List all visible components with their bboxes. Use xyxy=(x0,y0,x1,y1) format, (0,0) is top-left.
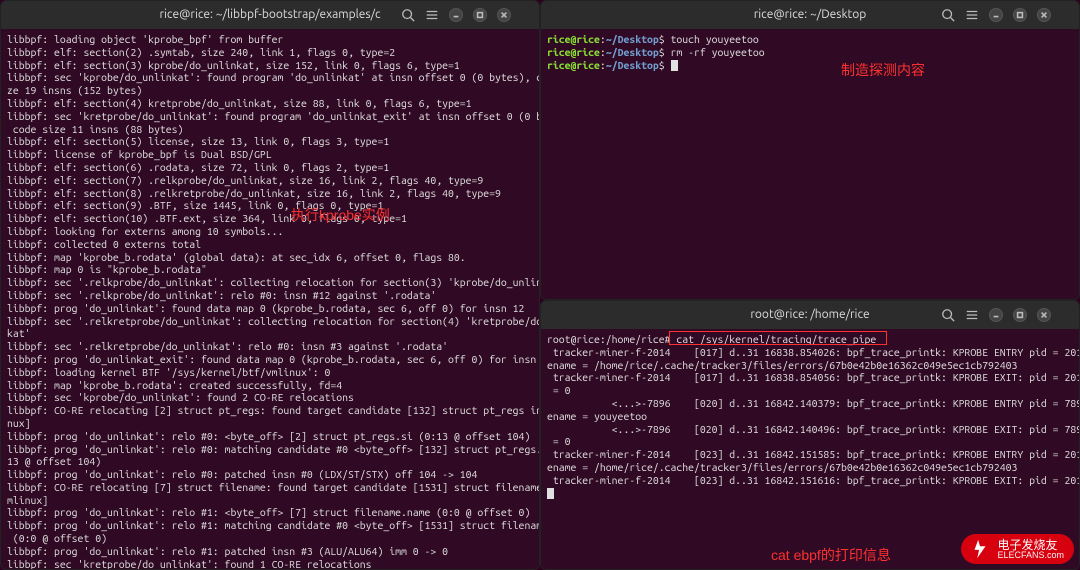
maximize-button[interactable] xyxy=(1013,8,1027,22)
output-line: = 0 xyxy=(547,435,1073,448)
output-line: libbpf: sec 'kprobe/do_unlinkat': found … xyxy=(7,71,533,84)
watermark-name: 电子发烧友 xyxy=(997,539,1064,551)
output-line: libbpf: sec 'kprobe/do_unlinkat': found … xyxy=(7,391,533,404)
window-title: rice@rice: ~/Desktop xyxy=(680,7,941,23)
output-line: libbpf: loading kernel BTF '/sys/kernel/… xyxy=(7,366,533,379)
output-line: ename = /home/rice/.cache/tracker3/files… xyxy=(547,461,1073,474)
output-line: libbpf: elf: section(6) .rodata, size 72… xyxy=(7,161,533,174)
output-line: libbpf: elf: section(7) .relkprobe/do_un… xyxy=(7,174,533,187)
prompt-line: rice@rice:~/Desktop$ xyxy=(547,59,1073,72)
output-line: libbpf: prog 'do_unlinkat': relo #1: mat… xyxy=(7,519,533,532)
output-line: nux] xyxy=(7,417,533,430)
output-line: libbpf: CO-RE relocating [7] struct file… xyxy=(7,481,533,494)
output-line: ename = /home/rice/.cache/tracker3/files… xyxy=(547,359,1073,372)
minimize-button[interactable] xyxy=(449,8,463,22)
output-line: libbpf: prog 'do_unlinkat_exit': found d… xyxy=(7,353,533,366)
output-line: 13 @ offset 104) xyxy=(7,455,533,468)
search-icon[interactable] xyxy=(941,8,955,22)
cursor-line xyxy=(547,487,1073,500)
output-line: = 0 xyxy=(547,384,1073,397)
titlebar[interactable]: rice@rice: ~/libbpf-bootstrap/examples/c xyxy=(1,1,539,29)
spark-icon xyxy=(969,538,991,560)
output-line: libbpf: prog 'do_unlinkat': relo #1: <by… xyxy=(7,506,533,519)
output-line: libbpf: map 'kprobe_b.rodata': created s… xyxy=(7,379,533,392)
output-line: libbpf: map 'kprobe_b.rodata' (global da… xyxy=(7,251,533,264)
output-line: libbpf: elf: section(10) .BTF.ext, size … xyxy=(7,212,533,225)
output-line: code size 11 insns (88 bytes) xyxy=(7,123,533,136)
prompt-line: rice@rice:~/Desktop$ touch youyeetoo xyxy=(547,33,1073,46)
watermark-badge: 电子发烧友 ELECFANS.com xyxy=(961,534,1074,564)
menu-icon[interactable] xyxy=(965,308,979,322)
output-line: libbpf: prog 'do_unlinkat': found data m… xyxy=(7,302,533,315)
terminal-output[interactable]: rice@rice:~/Desktop$ touch youyeetoorice… xyxy=(541,29,1079,299)
output-line: tracker-miner-f-2014 [023] d..31 16842.1… xyxy=(547,448,1073,461)
minimize-button[interactable] xyxy=(989,8,1003,22)
search-icon[interactable] xyxy=(401,8,415,22)
output-line: mlinux] xyxy=(7,494,533,507)
output-line: libbpf: elf: section(3) kprobe/do_unlink… xyxy=(7,59,533,72)
watermark-url: ELECFANS.com xyxy=(997,551,1064,560)
output-line: libbpf: CO-RE relocating [2] struct pt_r… xyxy=(7,404,533,417)
terminal-window-top-right[interactable]: rice@rice: ~/Desktop rice@rice:~/Desktop… xyxy=(540,0,1080,300)
output-line: libbpf: prog 'do_unlinkat': relo #0: mat… xyxy=(7,443,533,456)
menu-icon[interactable] xyxy=(965,8,979,22)
output-line: libbpf: map 0 is "kprobe_b.rodata" xyxy=(7,263,533,276)
output-line: libbpf: collected 0 externs total xyxy=(7,238,533,251)
terminal-output[interactable]: libbpf: loading object 'kprobe_bpf' from… xyxy=(1,29,539,569)
titlebar[interactable]: root@rice: /home/rice xyxy=(541,301,1079,329)
output-line: tracker-miner-f-2014 [017] d..31 16838.8… xyxy=(547,371,1073,384)
output-line: <...>-7896 [020] d..31 16842.140379: bpf… xyxy=(547,397,1073,410)
output-line: libbpf: loading object 'kprobe_bpf' from… xyxy=(7,33,533,46)
terminal-output[interactable]: root@rice:/home/rice# cat /sys/kernel/tr… xyxy=(541,329,1079,569)
output-line: libbpf: sec '.relkretprobe/do_unlinkat':… xyxy=(7,315,533,328)
output-line: libbpf: elf: section(5) license, size 13… xyxy=(7,135,533,148)
output-line: ze 19 insns (152 bytes) xyxy=(7,84,533,97)
prompt-line: root@rice:/home/rice# cat /sys/kernel/tr… xyxy=(547,333,1073,346)
close-button[interactable] xyxy=(497,8,511,22)
close-button[interactable] xyxy=(1037,308,1051,322)
output-line: libbpf: license of kprobe_bpf is Dual BS… xyxy=(7,148,533,161)
menu-icon[interactable] xyxy=(425,8,439,22)
output-line: libbpf: elf: section(8) .relkretprobe/do… xyxy=(7,187,533,200)
minimize-button[interactable] xyxy=(989,308,1003,322)
output-line: libbpf: prog 'do_unlinkat': relo #0: pat… xyxy=(7,468,533,481)
search-icon[interactable] xyxy=(941,308,955,322)
output-line: libbpf: looking for externs among 10 sym… xyxy=(7,225,533,238)
output-line: libbpf: sec 'kretprobe/do_unlinkat': fou… xyxy=(7,110,533,123)
cursor xyxy=(671,60,678,71)
maximize-button[interactable] xyxy=(473,8,487,22)
output-line: kat' xyxy=(7,327,533,340)
output-line: tracker-miner-f-2014 [017] d..31 16838.8… xyxy=(547,346,1073,359)
output-line: libbpf: prog 'do_unlinkat': relo #1: pat… xyxy=(7,545,533,558)
output-line: libbpf: elf: section(2) .symtab, size 24… xyxy=(7,46,533,59)
window-title: root@rice: /home/rice xyxy=(680,307,941,323)
output-line: libbpf: sec 'kretprobe/do_unlinkat': fou… xyxy=(7,558,533,569)
output-line: libbpf: sec '.relkretprobe/do_unlinkat':… xyxy=(7,340,533,353)
output-line: <...>-7896 [020] d..31 16842.140496: bpf… xyxy=(547,423,1073,436)
terminal-window-bottom-right[interactable]: root@rice: /home/rice root@rice:/home/ri… xyxy=(540,300,1080,570)
terminal-window-left[interactable]: rice@rice: ~/libbpf-bootstrap/examples/c… xyxy=(0,0,540,570)
titlebar[interactable]: rice@rice: ~/Desktop xyxy=(541,1,1079,29)
close-button[interactable] xyxy=(1037,8,1051,22)
output-line: (0:0 @ offset 0) xyxy=(7,532,533,545)
cursor xyxy=(547,488,554,499)
output-line: libbpf: elf: section(4) kretprobe/do_unl… xyxy=(7,97,533,110)
output-line: libbpf: elf: section(9) .BTF, size 1445,… xyxy=(7,199,533,212)
output-line: libbpf: sec '.relkprobe/do_unlinkat': co… xyxy=(7,276,533,289)
output-line: libbpf: sec '.relkprobe/do_unlinkat': re… xyxy=(7,289,533,302)
window-title: rice@rice: ~/libbpf-bootstrap/examples/c xyxy=(140,7,401,23)
output-line: ename = youyeetoo xyxy=(547,410,1073,423)
output-line: tracker-miner-f-2014 [023] d..31 16842.1… xyxy=(547,474,1073,487)
output-line: libbpf: prog 'do_unlinkat': relo #0: <by… xyxy=(7,430,533,443)
prompt-line: rice@rice:~/Desktop$ rm -rf youyeetoo xyxy=(547,46,1073,59)
maximize-button[interactable] xyxy=(1013,308,1027,322)
